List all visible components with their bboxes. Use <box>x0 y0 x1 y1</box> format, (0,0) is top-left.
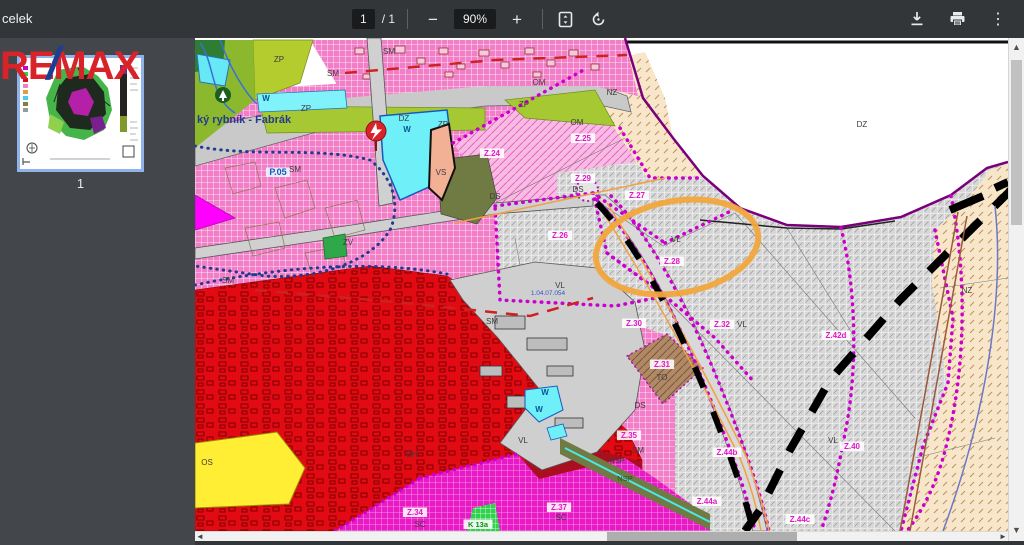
parcel-code-label: 1.04.07.054 <box>531 290 566 297</box>
toolbar-divider <box>407 9 408 29</box>
map-label-Z-31: Z.31 <box>654 360 671 369</box>
map-label-VS: VS <box>436 168 447 177</box>
fit-to-page-button[interactable] <box>555 9 576 30</box>
map-label-NSP: NSP <box>609 456 624 465</box>
map-label-NSP: NSP <box>617 474 632 483</box>
map-label-Z-32: Z.32 <box>714 320 731 329</box>
map-label-VL: VL <box>555 281 565 290</box>
map-label-SC: SC <box>555 513 566 522</box>
map-label-VL: VL <box>828 436 838 445</box>
map-label-DZ: DZ <box>399 114 410 123</box>
zoom-in-button[interactable]: + <box>504 7 530 32</box>
toolbar-divider <box>542 9 543 29</box>
street-name-label: ký rybník - Fabrák <box>197 114 292 126</box>
map-label-SM: SM <box>222 276 234 285</box>
map-label-Z-42d: Z.42d <box>826 331 847 340</box>
document-title: celek <box>2 11 32 26</box>
map-label-DS: DS <box>489 192 500 201</box>
map-label-Z-29: Z.29 <box>575 174 592 183</box>
map-label-Z-37: Z.37 <box>551 503 568 512</box>
map-label-Z-26: Z.26 <box>552 231 569 240</box>
map-label-VL: VL <box>671 235 681 244</box>
map-label-K-13a: K 13a <box>468 520 489 529</box>
vertical-scrollbar[interactable]: ▲ ▼ <box>1008 38 1024 541</box>
remax-logo-max: MAX <box>53 44 139 88</box>
zoom-out-button[interactable]: − <box>420 7 446 32</box>
viewer-bottom-strip <box>195 541 1024 545</box>
scroll-up-arrow-icon[interactable]: ▲ <box>1009 42 1024 52</box>
map-label-Z-30: Z.30 <box>626 319 643 328</box>
map-label-ZP: ZP <box>519 100 529 109</box>
map-label-Z-25: Z.25 <box>575 134 592 143</box>
thumbnail-page-number: 1 <box>17 176 144 191</box>
download-button[interactable] <box>907 9 927 29</box>
map-label-DS: DS <box>634 401 645 410</box>
map-label-BH: BH <box>406 450 417 459</box>
rotate-icon <box>590 11 607 28</box>
map-label-Z-44c: Z.44c <box>790 515 811 524</box>
map-label-OM: OM <box>533 78 546 87</box>
page-total-label: / 1 <box>382 12 395 26</box>
map-label-W: W <box>541 388 549 397</box>
map-label-SM: SM <box>289 165 301 174</box>
page-number-input[interactable]: 1 <box>352 9 375 29</box>
map-label-SM: SM <box>632 446 644 455</box>
map-label-SM: SM <box>383 47 395 56</box>
map-label-ZP: ZP <box>274 55 284 64</box>
map-label-VL: VL <box>518 436 528 445</box>
map-label-DS: DS <box>572 185 583 194</box>
vertical-scroll-thumb[interactable] <box>1011 60 1022 225</box>
map-label-NZ: NZ <box>607 88 618 97</box>
map-label-ZP: ZP <box>301 104 311 113</box>
map-label-OM: OM <box>571 118 584 127</box>
map-label-Z-44b: Z.44b <box>717 448 738 457</box>
map-label-Z-40: Z.40 <box>844 442 861 451</box>
map-label-Z-35: Z.35 <box>621 431 638 440</box>
more-options-button[interactable]: ⋮ <box>988 7 1008 31</box>
map-label-Z-24: Z.24 <box>484 149 501 158</box>
map-label-Z-34: Z.34 <box>407 508 424 517</box>
map-label-SM: SM <box>327 69 339 78</box>
thumbnail-sidebar: 1 <box>0 38 195 545</box>
pdf-toolbar: celek 1 / 1 − 90% + <box>0 0 1024 38</box>
scroll-down-arrow-icon[interactable]: ▼ <box>1009 525 1024 535</box>
map-label-Z-27: Z.27 <box>629 191 646 200</box>
zoom-level-input[interactable]: 90% <box>454 9 496 29</box>
map-label-SM: SM <box>486 317 498 326</box>
fit-to-page-icon <box>557 11 574 28</box>
print-button[interactable] <box>947 9 968 29</box>
map-label-VL: VL <box>737 320 747 329</box>
print-icon <box>949 11 966 27</box>
map-label-NZ: NZ <box>962 286 973 295</box>
map-label-P-05: P.05 <box>269 167 286 177</box>
zoning-map: Z.24 Z.25 Z.26 Z.27 Z.28 Z.29 Z.30 Z.31 Z.32 Z.34… <box>195 38 1008 531</box>
map-label-OS: OS <box>201 458 213 467</box>
map-label-W: W <box>262 94 270 103</box>
map-label-ZP: ZP <box>438 120 448 129</box>
map-label-DZ: DZ <box>857 120 868 129</box>
map-label-SC: SC <box>414 520 425 529</box>
map-label-ZV: ZV <box>343 238 354 247</box>
map-label-W: W <box>535 405 543 414</box>
map-label-W: W <box>403 125 411 134</box>
remax-logo: RE/MAX <box>0 40 139 86</box>
download-icon <box>909 11 925 27</box>
pdf-page-viewport[interactable]: Z.24 Z.25 Z.26 Z.27 Z.28 Z.29 Z.30 Z.31 Z.32 Z.34… <box>195 38 1008 541</box>
rotate-button[interactable] <box>588 9 609 30</box>
horizontal-scrollbar[interactable]: ◄ ► <box>195 531 1008 541</box>
map-label-Z-44a: Z.44a <box>697 497 718 506</box>
map-label-TO: TO <box>657 373 668 382</box>
map-label-Z-28: Z.28 <box>664 257 681 266</box>
